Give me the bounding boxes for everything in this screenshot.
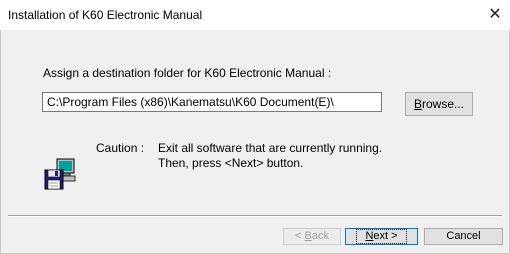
back-button[interactable]: < Back <box>283 228 341 245</box>
browse-label: rowse... <box>422 97 465 111</box>
back-label: ack <box>311 230 329 242</box>
window-title: Installation of K60 Electronic Manual <box>8 8 203 22</box>
caution-line-2: Then, press <Next> button. <box>158 156 304 170</box>
caution-line-1: Exit all software that are currently run… <box>158 141 383 155</box>
separator-highlight <box>8 216 502 217</box>
floppy-disk-computer-icon <box>44 158 76 190</box>
back-mnemonic: B <box>304 230 312 242</box>
caution-label: Caution : <box>96 141 145 155</box>
caution-message: Exit all software that are currently run… <box>158 141 382 171</box>
close-icon: ✕ <box>488 6 502 23</box>
destination-path-input[interactable] <box>42 92 382 112</box>
next-focus-rect: Next > <box>356 229 407 244</box>
destination-label: Assign a destination folder for K60 Elec… <box>43 66 332 80</box>
close-button[interactable]: ✕ <box>480 0 510 30</box>
next-label: ext > <box>373 230 398 242</box>
next-button[interactable]: Next > <box>345 228 418 245</box>
title-bar[interactable]: Installation of K60 Electronic Manual ✕ <box>0 0 510 30</box>
window-border-left <box>0 0 1 254</box>
browse-button[interactable]: Browse... <box>405 92 473 116</box>
cancel-button[interactable]: Cancel <box>424 228 503 245</box>
back-prefix: < <box>295 230 305 242</box>
browse-mnemonic: B <box>413 97 422 111</box>
